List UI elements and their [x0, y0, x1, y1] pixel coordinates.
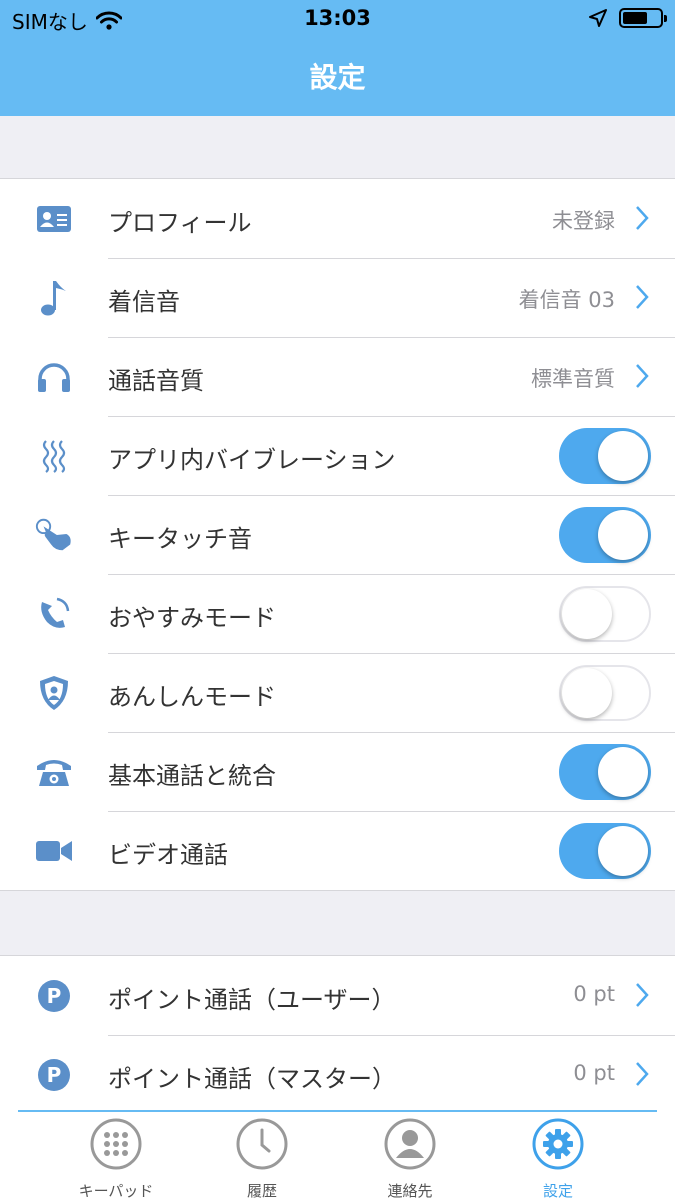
toggle-knob: [562, 589, 612, 639]
settings-row-vibration: アプリ内バイブレーション: [0, 416, 675, 495]
tab-bar-divider: [18, 1110, 657, 1112]
row-label: あんしんモード: [108, 683, 276, 711]
row-value: 0 pt: [573, 1061, 615, 1085]
row-label: ビデオ通話: [108, 841, 228, 869]
row-label: プロフィール: [108, 209, 252, 237]
row-value: 0 pt: [573, 982, 615, 1006]
headphones-icon: [34, 357, 74, 397]
contacts-icon: [384, 1118, 436, 1170]
chevron-right-icon: [636, 206, 649, 230]
safe-mode-toggle[interactable]: [559, 665, 651, 721]
sleep-phone-icon: [34, 594, 74, 634]
chevron-right-icon: [636, 983, 649, 1007]
video-camera-icon: [34, 831, 74, 871]
toggle-knob: [598, 747, 648, 797]
status-time: 13:03: [304, 6, 371, 30]
sleep-mode-toggle[interactable]: [559, 586, 651, 642]
svg-text:P: P: [47, 1063, 62, 1087]
row-label: おやすみモード: [108, 604, 276, 632]
location-arrow-icon: [589, 9, 607, 27]
settings-row-key-touch: キータッチ音: [0, 495, 675, 574]
row-label: ポイント通話（ユーザー）: [108, 986, 396, 1014]
points-p-icon: P: [34, 976, 74, 1016]
chevron-right-icon: [636, 364, 649, 388]
battery-icon: [619, 8, 667, 28]
settings-row-profile[interactable]: プロフィール 未登録: [0, 179, 675, 258]
row-value: 標準音質: [531, 367, 615, 391]
settings-row-basic-call-integration: 基本通話と統合: [0, 732, 675, 811]
settings-row-video-call: ビデオ通話: [0, 811, 675, 890]
chevron-right-icon: [636, 1062, 649, 1086]
row-label: 着信音: [108, 288, 180, 316]
tab-label: キーパッド: [78, 1182, 154, 1200]
tab-contacts[interactable]: 連絡先: [340, 1118, 480, 1200]
toggle-knob: [598, 431, 648, 481]
tab-label: 履歴: [246, 1182, 277, 1200]
points-p-icon: P: [34, 1055, 74, 1095]
tab-bar: キーパッド 履歴 連絡先 設定: [0, 1110, 675, 1200]
settings-row-call-quality[interactable]: 通話音質 標準音質: [0, 337, 675, 416]
row-label: アプリ内バイブレーション: [108, 446, 396, 474]
key-touch-toggle[interactable]: [559, 507, 651, 563]
music-note-icon: [34, 278, 74, 318]
toggle-knob: [598, 510, 648, 560]
history-clock-icon: [236, 1118, 288, 1170]
settings-gear-icon: [532, 1118, 584, 1170]
row-label: 基本通話と統合: [108, 762, 276, 790]
vibration-icon: [34, 436, 74, 476]
settings-row-safe-mode: あんしんモード: [0, 653, 675, 732]
toggle-knob: [598, 826, 648, 876]
video-call-toggle[interactable]: [559, 823, 651, 879]
settings-group-points: P ポイント通話（ユーザー） 0 pt P ポイント通話（マスター） 0 pt: [0, 955, 675, 1115]
settings-group-main: プロフィール 未登録 着信音 着信音 03 通話音質 標準音質 アプリ内バイブレ…: [0, 178, 675, 891]
tab-settings[interactable]: 設定: [488, 1118, 628, 1200]
tab-history[interactable]: 履歴: [192, 1118, 332, 1200]
profile-card-icon: [34, 199, 74, 239]
settings-row-ringtone[interactable]: 着信音 着信音 03: [0, 258, 675, 337]
settings-row-sleep-mode: おやすみモード: [0, 574, 675, 653]
row-label: キータッチ音: [108, 525, 252, 553]
settings-row-point-user[interactable]: P ポイント通話（ユーザー） 0 pt: [0, 956, 675, 1035]
header: SIMなし 13:03 設定: [0, 0, 675, 116]
row-label: ポイント通話（マスター）: [108, 1065, 396, 1093]
page-title: 設定: [309, 61, 366, 94]
toggle-knob: [562, 668, 612, 718]
tab-label: 連絡先: [387, 1182, 433, 1200]
status-bar: SIMなし 13:03: [0, 0, 675, 40]
row-value: 着信音 03: [518, 288, 615, 312]
key-touch-icon: [34, 515, 74, 555]
tab-label: 設定: [542, 1182, 573, 1200]
vibration-toggle[interactable]: [559, 428, 651, 484]
telephone-icon: [34, 752, 74, 792]
status-right: [589, 8, 667, 28]
tab-keypad[interactable]: キーパッド: [46, 1118, 186, 1200]
svg-text:P: P: [47, 984, 62, 1008]
basic-call-integration-toggle[interactable]: [559, 744, 651, 800]
chevron-right-icon: [636, 285, 649, 309]
row-value: 未登録: [552, 209, 615, 233]
keypad-icon: [90, 1118, 142, 1170]
settings-row-point-master[interactable]: P ポイント通話（マスター） 0 pt: [0, 1035, 675, 1114]
row-label: 通話音質: [108, 367, 204, 395]
shield-user-icon: [34, 673, 74, 713]
